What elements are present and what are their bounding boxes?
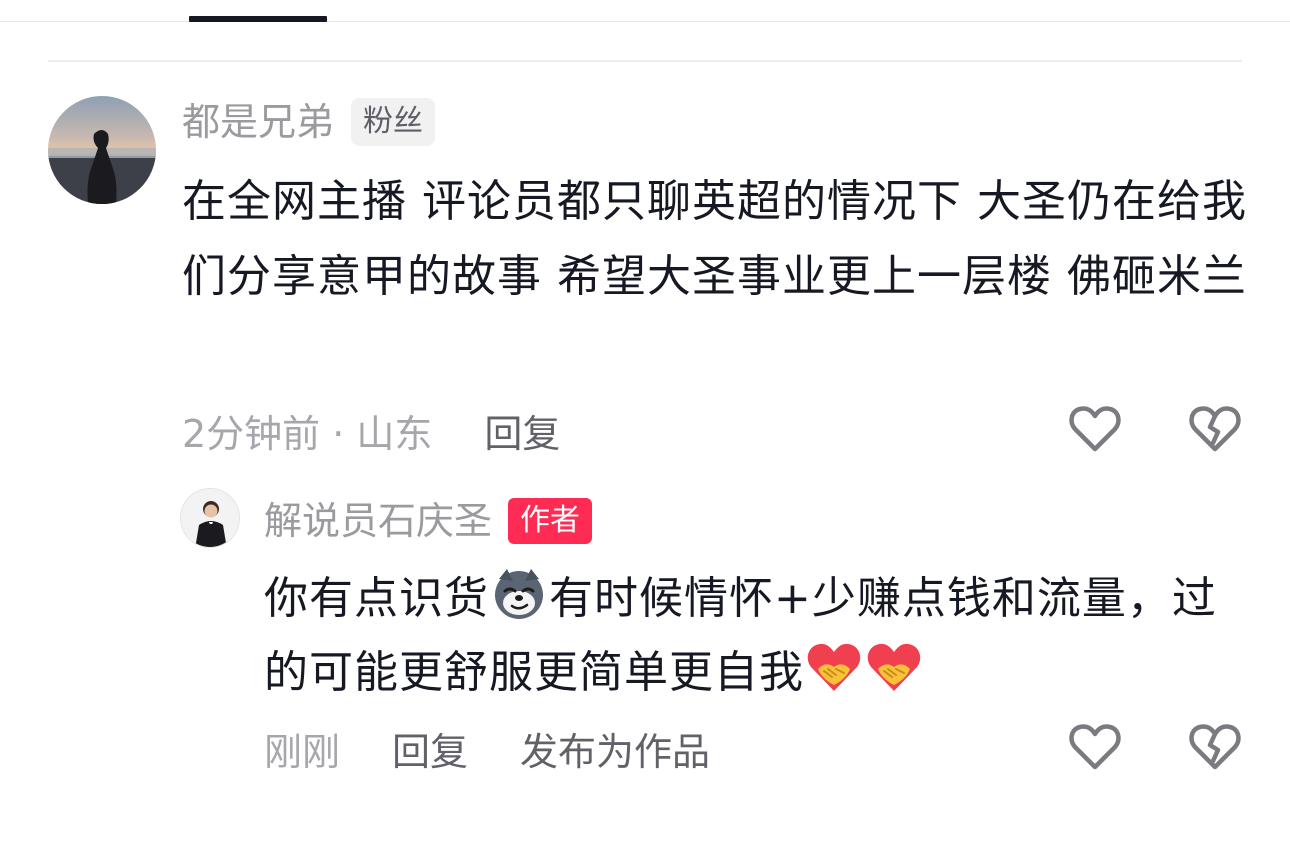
- reply-header: 解说员石庆圣 作者: [264, 495, 593, 547]
- dislike-button[interactable]: [1187, 401, 1243, 457]
- active-tab-indicator: [189, 16, 327, 22]
- handshake-heart-emoji-2: [867, 643, 921, 691]
- commenter-username[interactable]: 都是兄弟: [182, 96, 334, 148]
- reply-text-part1: 你有点识货: [264, 573, 489, 624]
- smirking-dog-emoji: [495, 569, 543, 619]
- broken-heart-icon: [1189, 724, 1241, 770]
- broken-heart-icon: [1189, 406, 1241, 452]
- comment-header: 都是兄弟 粉丝: [182, 96, 436, 148]
- author-avatar[interactable]: [180, 488, 240, 548]
- comment-meta: 2分钟前 · 山东 回复: [182, 402, 560, 458]
- heart-outline-icon: [1069, 406, 1121, 452]
- section-divider: [48, 60, 1242, 62]
- comment-time-location: 2分钟前 · 山东: [182, 411, 433, 456]
- reply-username[interactable]: 解说员石庆圣: [264, 495, 492, 547]
- author-badge: 作者: [508, 498, 593, 544]
- comment-text: 在全网主播 评论员都只聊英超的情况下 大圣仍在给我们分享意甲的故事 希望大圣事业…: [182, 176, 1247, 302]
- reply-meta: 刚刚 回复 发布为作品: [264, 720, 710, 776]
- like-button[interactable]: [1067, 401, 1123, 457]
- reply-text: 你有点识货 有时候情怀+少赚点钱和流量，过的可能更舒服更简单更自我: [264, 562, 1224, 710]
- reply-time: 刚刚: [264, 729, 341, 774]
- commenter-avatar[interactable]: [48, 96, 156, 204]
- author-photo: [181, 489, 239, 547]
- reply-dislike-button[interactable]: [1187, 719, 1243, 775]
- silhouette-photo: [48, 130, 156, 204]
- reply-button[interactable]: 回复: [484, 403, 560, 458]
- handshake-heart-emoji: [807, 643, 861, 691]
- reply-reply-button[interactable]: 回复: [392, 721, 468, 776]
- fan-badge: 粉丝: [351, 98, 436, 146]
- heart-outline-icon: [1069, 724, 1121, 770]
- reply-like-button[interactable]: [1067, 719, 1123, 775]
- publish-as-work-button[interactable]: 发布为作品: [520, 721, 710, 776]
